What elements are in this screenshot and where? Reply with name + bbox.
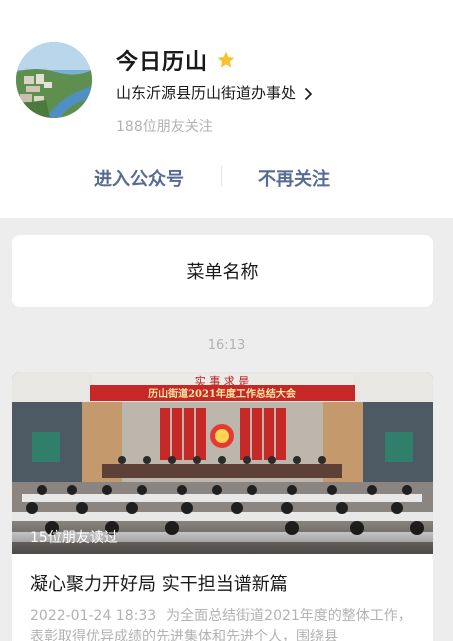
friends-read-count: 15位朋友读过 xyxy=(12,520,433,554)
message-timestamp: 16:13 xyxy=(207,338,246,353)
account-header: 今日历山 山东沂源县历山街道办事处 188位朋友关注 进入公众号 不再关注 xyxy=(0,0,453,218)
organization-name: 山东沂源县历山街道办事处 xyxy=(116,84,297,102)
followers-count: 188位朋友关注 xyxy=(116,119,213,135)
star-icon[interactable] xyxy=(216,50,236,70)
banner-text: 历山街道2021年度工作总结大会 xyxy=(148,387,296,400)
article-cover-image: 实 事 求 是 历山街道2021年度工作总结大会 15位朋友读过 xyxy=(12,372,433,554)
chevron-right-icon xyxy=(304,86,313,100)
avatar-aerial-image xyxy=(16,42,92,118)
article-card[interactable]: 实 事 求 是 历山街道2021年度工作总结大会 15位朋友读过 凝心聚力开好局… xyxy=(12,372,433,641)
article-summary: 2022-01-24 18:33 为全面总结街道2021年度的整体工作，表彰取得优… xyxy=(30,606,425,641)
menu-button[interactable]: 菜单名称 xyxy=(12,235,433,307)
article-title: 凝心聚力开好局 实干担当谱新篇 xyxy=(30,574,288,595)
article-date: 2022-01-24 18:33 xyxy=(30,608,157,624)
account-title-row: 今日历山 xyxy=(116,44,236,76)
unfollow-button[interactable]: 不再关注 xyxy=(258,165,330,191)
menu-label: 菜单名称 xyxy=(186,262,259,283)
account-avatar[interactable] xyxy=(16,42,92,118)
account-name: 今日历山 xyxy=(116,50,209,75)
action-divider xyxy=(221,166,222,186)
organization-link[interactable]: 山东沂源县历山街道办事处 xyxy=(116,82,313,103)
enter-account-button[interactable]: 进入公众号 xyxy=(94,165,184,191)
